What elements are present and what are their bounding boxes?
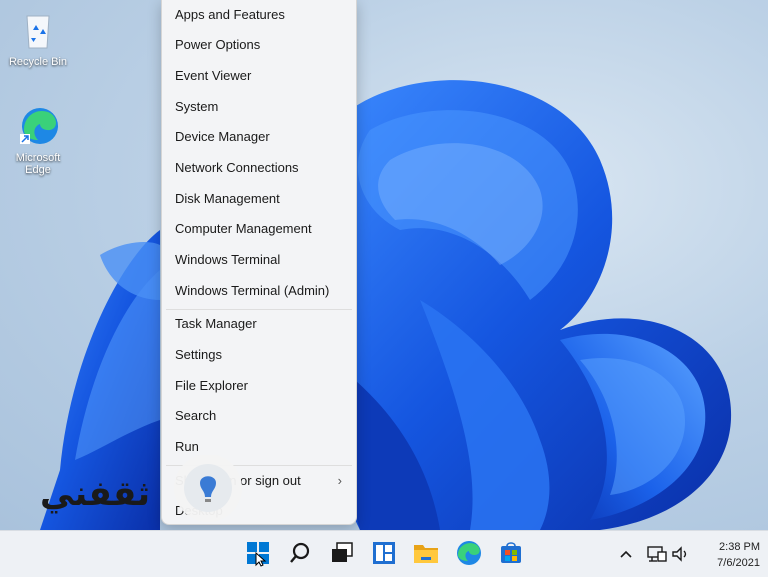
clock[interactable]: 2:38 PM 7/6/2021	[698, 539, 760, 571]
search-button[interactable]	[286, 539, 314, 567]
desktop-icon-edge[interactable]: Microsoft Edge	[6, 104, 70, 176]
task-view-icon	[332, 542, 353, 562]
menu-item-windows-terminal-admin[interactable]: Windows Terminal (Admin)	[162, 276, 356, 306]
svg-text:ثقفني: ثقفني	[40, 474, 150, 514]
clock-date: 7/6/2021	[717, 557, 760, 569]
menu-item-task-manager[interactable]: Task Manager	[162, 309, 356, 339]
menu-item-label: File Explorer	[175, 378, 248, 393]
file-explorer-icon	[414, 545, 438, 563]
network-icon	[647, 546, 667, 562]
store-button[interactable]	[497, 539, 525, 567]
desktop-icon-label: Recycle Bin	[8, 56, 68, 68]
tray-overflow-button[interactable]	[616, 545, 636, 565]
menu-item-label: Search	[175, 408, 217, 423]
menu-item-search[interactable]: Search	[162, 401, 356, 431]
network-button[interactable]	[646, 543, 668, 565]
edge-taskbar-button[interactable]	[455, 539, 483, 567]
clock-time: 2:38 PM	[719, 541, 760, 553]
menu-item-label: Computer Management	[175, 221, 312, 236]
menu-item-power-options[interactable]: Power Options	[162, 30, 356, 60]
store-icon	[501, 542, 521, 563]
menu-item-file-explorer[interactable]: File Explorer	[162, 371, 356, 401]
menu-item-label: Windows Terminal	[175, 252, 281, 267]
menu-item-apps-features[interactable]: Apps and Features	[162, 0, 356, 30]
menu-item-label: Network Connections	[175, 160, 299, 175]
menu-item-label: Run	[175, 439, 199, 454]
menu-item-label: Device Manager	[175, 129, 270, 144]
menu-item-windows-terminal[interactable]: Windows Terminal	[162, 245, 356, 275]
chevron-up-icon	[620, 550, 632, 558]
start-button[interactable]	[244, 539, 272, 567]
file-explorer-button[interactable]	[412, 539, 440, 567]
menu-item-settings[interactable]: Settings	[162, 340, 356, 370]
chevron-right-icon: ›	[337, 473, 342, 488]
edge-icon	[457, 541, 481, 565]
menu-item-network-connections[interactable]: Network Connections	[162, 153, 356, 183]
taskbar: 2:38 PM 7/6/2021	[0, 530, 768, 577]
menu-item-computer-management[interactable]: Computer Management	[162, 214, 356, 244]
menu-item-label: Settings	[175, 347, 222, 362]
volume-button[interactable]	[670, 543, 690, 565]
watermark-overlay	[150, 454, 250, 530]
menu-item-label: Power Options	[175, 37, 261, 52]
task-view-button[interactable]	[328, 539, 356, 567]
menu-item-label: Apps and Features	[175, 7, 285, 22]
widgets-button[interactable]	[370, 539, 398, 567]
search-icon	[290, 542, 310, 563]
menu-item-disk-management[interactable]: Disk Management	[162, 184, 356, 214]
desktop-icon-label: Microsoft Edge	[15, 152, 61, 176]
menu-item-label: Task Manager	[175, 316, 257, 331]
menu-item-label: Disk Management	[175, 191, 280, 206]
menu-item-system[interactable]: System	[162, 92, 356, 122]
widgets-icon	[373, 542, 395, 564]
menu-item-label: Windows Terminal (Admin)	[175, 283, 330, 298]
desktop-icon-recycle-bin[interactable]: Recycle Bin	[6, 8, 70, 68]
start-icon	[247, 542, 269, 567]
volume-icon	[672, 546, 687, 562]
menu-item-label: System	[175, 99, 219, 114]
quick-link-menu: Apps and Features Power Options Event Vi…	[161, 0, 357, 525]
menu-item-device-manager[interactable]: Device Manager	[162, 122, 356, 152]
menu-item-label: Event Viewer	[175, 68, 252, 83]
recycle-bin-icon	[16, 8, 60, 52]
menu-item-event-viewer[interactable]: Event Viewer	[162, 61, 356, 91]
edge-icon	[16, 104, 60, 148]
